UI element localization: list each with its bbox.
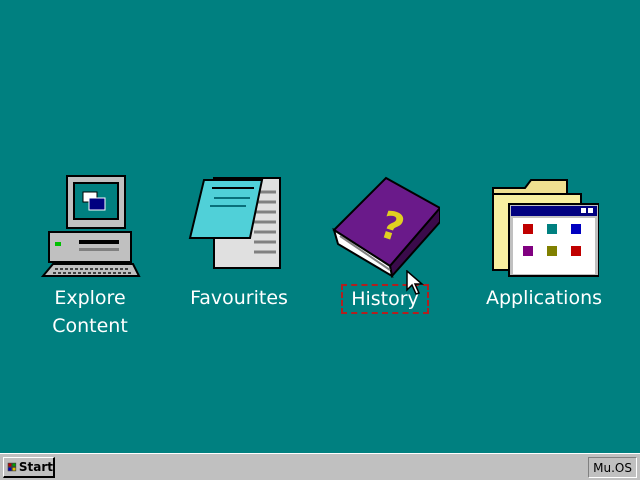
desktop: Explore Content Favourites ? History App… <box>0 0 640 453</box>
start-label: Start <box>18 460 53 474</box>
taskbar: Start Mu.OS <box>0 453 640 480</box>
system-tray[interactable]: Mu.OS <box>588 457 637 478</box>
icon-label: Favourites <box>190 287 288 309</box>
start-logo-icon <box>7 462 17 472</box>
icon-label: Explore Content <box>52 287 128 337</box>
mouse-cursor-icon <box>406 270 424 295</box>
help-book-icon: ? <box>332 176 440 279</box>
desktop-icon-history[interactable]: ? History <box>325 172 445 314</box>
desktop-icon-favourites[interactable]: Favourites <box>179 172 299 312</box>
notepad-icon <box>188 177 281 269</box>
start-button[interactable]: Start <box>3 457 55 478</box>
computer-icon <box>40 175 141 277</box>
icon-label: Applications <box>485 287 603 309</box>
tray-label: Mu.OS <box>593 460 632 475</box>
programs-folder-icon <box>492 179 599 277</box>
desktop-icon-explore-content[interactable]: Explore Content <box>30 172 150 340</box>
desktop-icon-applications[interactable]: Applications <box>484 172 604 312</box>
